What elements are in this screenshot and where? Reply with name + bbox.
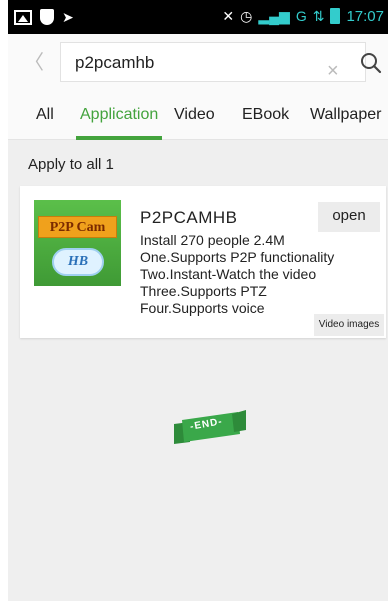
search-icon[interactable] (360, 52, 382, 74)
clear-button[interactable]: × (327, 61, 339, 81)
tab-video[interactable]: Video (174, 106, 215, 124)
status-right-icons: ✕ ◷ ▂▄▆ G ⇅ 17:07 (222, 7, 384, 25)
app-icon-banner: P2P Cam (38, 216, 117, 238)
status-left-icons: ➤ (14, 8, 74, 26)
app-name: P2PCAMHB (140, 208, 238, 227)
active-tab-indicator (76, 136, 162, 140)
mute-icon: ✕ (222, 8, 235, 24)
open-button[interactable]: open (318, 202, 380, 232)
app-feature: Four.Supports voice (140, 300, 265, 316)
screen: ➤ ✕ ◷ ▂▄▆ G ⇅ 17:07 〈 p2pcamhb × All App… (8, 0, 388, 601)
app-feature: One.Supports P2P functionality (140, 249, 335, 265)
app-feature: Three.Supports PTZ (140, 283, 267, 299)
end-marker: -END- (168, 406, 248, 450)
app-feature: Two.Instant-Watch the video (140, 266, 317, 282)
search-input[interactable]: p2pcamhb × (60, 42, 366, 82)
tab-application[interactable]: Application (80, 106, 158, 124)
app-result-card[interactable]: P2P Cam HB P2PCAMHB Install 270 people 2… (20, 186, 386, 338)
battery-icon (330, 8, 341, 24)
app-install-info: Install 270 people 2.4M (140, 232, 285, 248)
alarm-icon: ◷ (240, 8, 253, 24)
apply-to-all-label[interactable]: Apply to all 1 (28, 156, 114, 173)
back-button[interactable]: 〈 (24, 52, 44, 74)
signal-icon: ▂▄▆ (258, 8, 290, 24)
tab-ebook[interactable]: EBook (242, 106, 289, 124)
search-bar: 〈 p2pcamhb × (8, 34, 388, 92)
video-images-button[interactable]: Video images (314, 314, 384, 336)
shield-icon (40, 9, 54, 25)
tab-all[interactable]: All (36, 106, 54, 124)
picture-icon (14, 9, 32, 25)
cloud-icon: HB (52, 248, 104, 276)
status-bar: ➤ ✕ ◷ ▂▄▆ G ⇅ 17:07 (8, 0, 388, 34)
category-tabs: All Application Video EBook Wallpaper (8, 92, 388, 140)
status-time: 17:07 (346, 7, 384, 25)
arrow-icon: ➤ (62, 9, 74, 25)
network-type: G (295, 8, 307, 24)
app-icon[interactable]: P2P Cam HB (34, 200, 121, 286)
tab-wallpaper[interactable]: Wallpaper (310, 106, 381, 124)
search-query: p2pcamhb (75, 53, 155, 72)
data-icon: ⇅ (312, 8, 325, 24)
